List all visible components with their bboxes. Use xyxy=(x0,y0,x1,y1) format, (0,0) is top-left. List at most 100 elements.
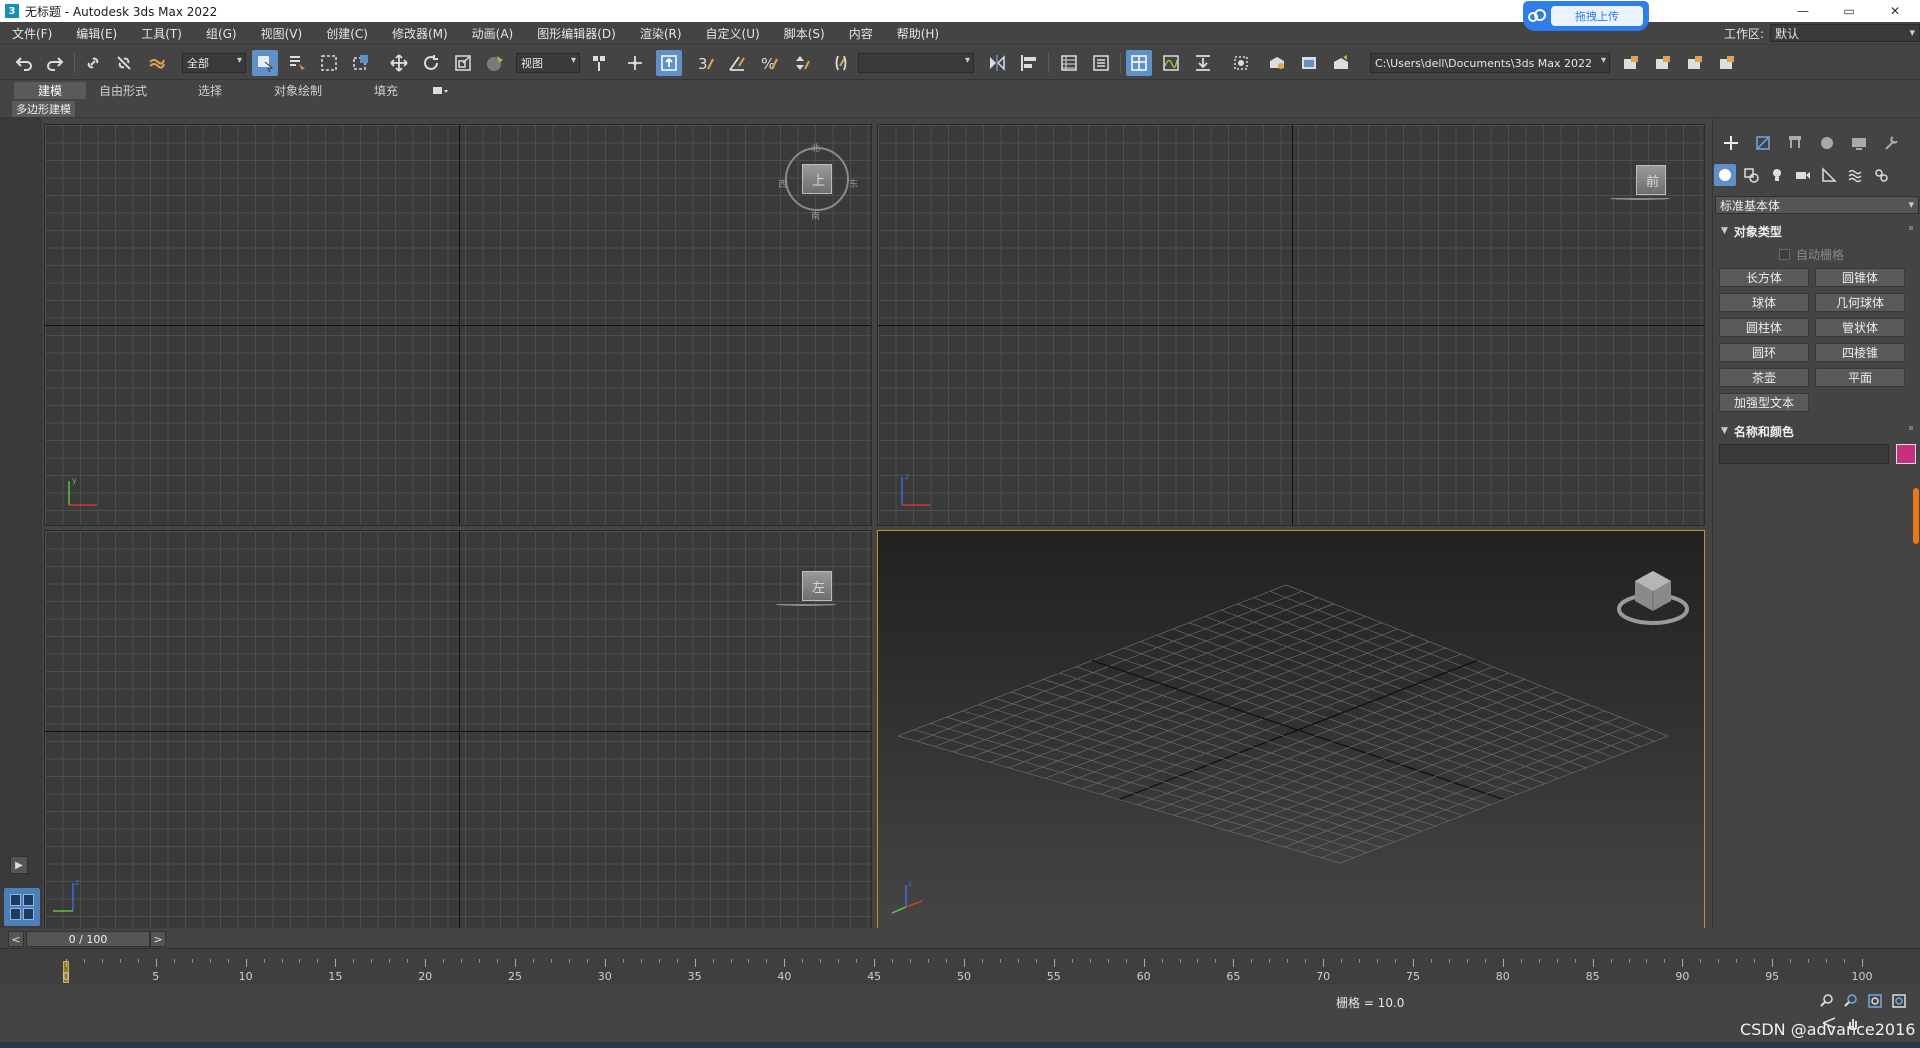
torus-button[interactable]: 圆环 xyxy=(1719,343,1809,362)
align-icon[interactable] xyxy=(1016,50,1042,76)
pyramid-button[interactable]: 四棱锥 xyxy=(1815,343,1905,362)
scale-icon[interactable] xyxy=(450,50,476,76)
primitive-category-dropdown[interactable]: 标准基本体 xyxy=(1715,196,1919,214)
viewport-left[interactable]: 左 z xyxy=(44,530,872,930)
ribbon-options-icon[interactable] xyxy=(426,82,456,99)
zoom-extents-icon[interactable] xyxy=(1866,992,1884,1010)
workspace-dropdown[interactable]: 默认 xyxy=(1770,24,1920,42)
set-project-icon[interactable] xyxy=(1682,50,1708,76)
place-icon[interactable] xyxy=(482,50,508,76)
viewport-front[interactable]: 前 z xyxy=(877,124,1705,526)
motion-tab-icon[interactable] xyxy=(1816,132,1838,154)
object-name-input[interactable] xyxy=(1719,444,1889,464)
select-by-name-icon[interactable] xyxy=(284,50,310,76)
create-tab-icon[interactable] xyxy=(1720,132,1742,154)
menu-item-13[interactable]: 帮助(H) xyxy=(885,25,951,42)
toggle-ribbon-icon[interactable] xyxy=(1088,50,1114,76)
hierarchy-tab-icon[interactable] xyxy=(1784,132,1806,154)
snaps-toggle-icon[interactable]: 3 xyxy=(692,50,718,76)
lights-icon[interactable] xyxy=(1766,164,1788,186)
tube-button[interactable]: 管状体 xyxy=(1815,318,1905,337)
bind-spacewarp-icon[interactable] xyxy=(144,50,170,76)
zoom-extents-all-icon[interactable] xyxy=(1890,992,1908,1010)
name-and-color-rollout[interactable]: ▼ 名称和颜色 xyxy=(1717,422,1917,440)
zoom-icon[interactable] xyxy=(1818,992,1836,1010)
rotate-icon[interactable] xyxy=(418,50,444,76)
window-crossing-icon[interactable] xyxy=(348,50,374,76)
menu-item-4[interactable]: 视图(V) xyxy=(249,25,315,42)
link-icon[interactable] xyxy=(80,50,106,76)
helpers-icon[interactable] xyxy=(1818,164,1840,186)
render-production-icon[interactable] xyxy=(1328,50,1354,76)
project-folder-icon[interactable] xyxy=(1618,50,1644,76)
upload-widget[interactable]: 拖拽上传 xyxy=(1523,1,1649,31)
tab-modeling[interactable]: 建模 xyxy=(14,82,86,99)
minimize-button[interactable]: — xyxy=(1780,0,1826,22)
material-editor-icon[interactable] xyxy=(1228,50,1254,76)
undo-icon[interactable] xyxy=(11,50,37,76)
spacewarps-icon[interactable] xyxy=(1844,164,1866,186)
redo-icon[interactable] xyxy=(42,50,68,76)
display-tab-icon[interactable] xyxy=(1848,132,1870,154)
schematic-view-icon[interactable] xyxy=(1190,50,1216,76)
teapot-button[interactable]: 茶壶 xyxy=(1719,368,1809,387)
reference-coord-dropdown[interactable]: 视图 xyxy=(516,53,580,73)
pivot-center-icon[interactable] xyxy=(586,50,612,76)
restore-button[interactable]: ▭ xyxy=(1826,0,1872,22)
open-project-icon[interactable] xyxy=(1650,50,1676,76)
plane-button[interactable]: 平面 xyxy=(1815,368,1905,387)
render-setup-icon[interactable] xyxy=(1264,50,1290,76)
menu-item-11[interactable]: 脚本(S) xyxy=(772,25,837,42)
menu-item-8[interactable]: 图形编辑器(D) xyxy=(525,25,628,42)
menu-item-10[interactable]: 自定义(U) xyxy=(694,25,772,42)
prev-frame-button[interactable]: < xyxy=(8,931,24,947)
tab-object-paint[interactable]: 对象绘制 xyxy=(262,82,334,99)
zoom-all-icon[interactable] xyxy=(1842,992,1860,1010)
time-slider-thumb[interactable]: 0 / 100 xyxy=(26,931,150,947)
shapes-icon[interactable] xyxy=(1740,164,1762,186)
keyboard-shortcut-override-icon[interactable] xyxy=(656,50,682,76)
select-manipulate-icon[interactable] xyxy=(622,50,648,76)
expand-layouts-icon[interactable]: ▶ xyxy=(10,856,28,874)
move-icon[interactable] xyxy=(386,50,412,76)
next-frame-button[interactable]: > xyxy=(150,931,166,947)
project-path-dropdown[interactable]: C:\Users\dell\Documents\3ds Max 2022 xyxy=(1370,53,1610,73)
sphere-button[interactable]: 球体 xyxy=(1719,293,1809,312)
menu-item-3[interactable]: 组(G) xyxy=(194,25,249,42)
tab-selection[interactable]: 选择 xyxy=(180,82,240,99)
box-button[interactable]: 长方体 xyxy=(1719,268,1809,287)
curve-editor-icon[interactable] xyxy=(1158,50,1184,76)
modify-tab-icon[interactable] xyxy=(1752,132,1774,154)
percent-snap-icon[interactable]: % xyxy=(756,50,782,76)
object-type-rollout[interactable]: ▼ 对象类型 xyxy=(1717,222,1917,240)
selection-filter-dropdown[interactable]: 全部 xyxy=(182,53,246,73)
upload-button[interactable]: 拖拽上传 xyxy=(1551,6,1643,26)
rendered-frame-window-icon[interactable] xyxy=(1296,50,1322,76)
viewport-layout-button[interactable] xyxy=(4,888,40,926)
cone-button[interactable]: 圆锥体 xyxy=(1815,268,1905,287)
systems-icon[interactable] xyxy=(1870,164,1892,186)
polygon-modeling-label[interactable]: 多边形建模 xyxy=(12,101,75,117)
cameras-icon[interactable] xyxy=(1792,164,1814,186)
object-color-swatch[interactable] xyxy=(1896,444,1916,464)
close-button[interactable]: ✕ xyxy=(1872,0,1918,22)
angle-snap-icon[interactable] xyxy=(724,50,750,76)
named-selection-dropdown[interactable] xyxy=(858,53,974,73)
text-plus-button[interactable]: 加强型文本 xyxy=(1719,393,1809,412)
geosphere-button[interactable]: 几何球体 xyxy=(1815,293,1905,312)
viewport-perspective[interactable]: z xyxy=(877,530,1705,930)
menu-item-0[interactable]: 文件(F) xyxy=(0,25,64,42)
viewport-top[interactable]: 上 北 南 东 西 y xyxy=(44,124,872,526)
menu-item-7[interactable]: 动画(A) xyxy=(460,25,526,42)
menu-item-6[interactable]: 修改器(M) xyxy=(380,25,460,42)
menu-item-5[interactable]: 创建(C) xyxy=(314,25,380,42)
scene-explorer-icon[interactable] xyxy=(1126,50,1152,76)
project-settings-icon[interactable] xyxy=(1714,50,1740,76)
auto-grid-checkbox[interactable]: 自动栅格 xyxy=(1779,246,1844,262)
menu-item-9[interactable]: 渲染(R) xyxy=(628,25,694,42)
rect-selection-region-icon[interactable] xyxy=(316,50,342,76)
track-bar[interactable]: 0 5 10 15 20 25 30 35 40 45 50 55 60 65 70 75 80 85 90 95 10… xyxy=(0,948,1920,984)
edit-named-selection-icon[interactable] xyxy=(828,50,854,76)
unlink-icon[interactable] xyxy=(111,50,137,76)
tab-freeform[interactable]: 自由形式 xyxy=(88,82,158,99)
